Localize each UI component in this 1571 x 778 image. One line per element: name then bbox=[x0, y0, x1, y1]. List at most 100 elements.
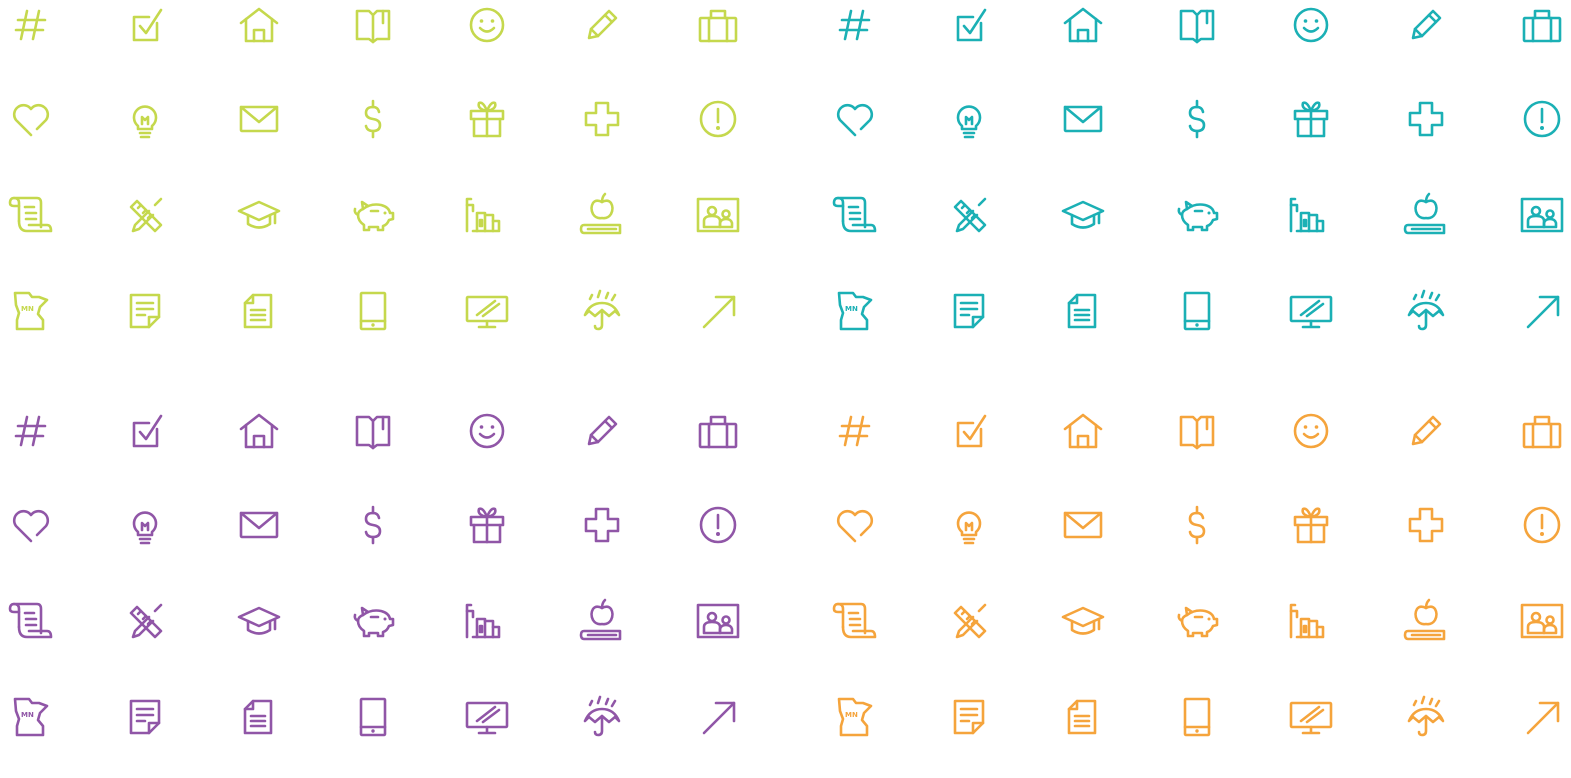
heart-icon bbox=[830, 500, 880, 550]
community-buildings-icon bbox=[462, 596, 512, 646]
notepad-icon bbox=[944, 286, 994, 336]
family-photo-icon bbox=[1517, 596, 1567, 646]
icon-set-3: MN bbox=[0, 406, 785, 778]
piggy-bank-icon bbox=[348, 596, 398, 646]
lightbulb-icon bbox=[120, 94, 170, 144]
umbrella-rain-icon bbox=[1401, 286, 1451, 336]
medical-cross-icon bbox=[1401, 94, 1451, 144]
pencil-icon bbox=[1401, 0, 1451, 50]
book-icon bbox=[348, 406, 398, 456]
alert-icon bbox=[1517, 94, 1567, 144]
checkbox-icon bbox=[120, 406, 170, 456]
minnesota-icon: MN bbox=[6, 692, 56, 742]
graduation-cap-icon bbox=[1058, 190, 1108, 240]
svg-text:MN: MN bbox=[21, 711, 34, 719]
house-icon bbox=[1058, 406, 1108, 456]
apple-books-icon bbox=[577, 190, 627, 240]
medical-cross-icon bbox=[577, 94, 627, 144]
hashtag-icon bbox=[830, 0, 880, 50]
scroll-icon bbox=[830, 190, 880, 240]
alert-icon bbox=[693, 94, 743, 144]
notepad-icon bbox=[120, 692, 170, 742]
scroll-icon bbox=[6, 190, 56, 240]
medical-cross-icon bbox=[1401, 500, 1451, 550]
minnesota-icon: MN bbox=[830, 286, 880, 336]
scroll-icon bbox=[830, 596, 880, 646]
arrow-up-right-icon bbox=[1517, 286, 1567, 336]
community-buildings-icon bbox=[1286, 190, 1336, 240]
apple-books-icon bbox=[577, 596, 627, 646]
book-icon bbox=[1172, 406, 1222, 456]
piggy-bank-icon bbox=[1172, 596, 1222, 646]
minnesota-icon: MN bbox=[830, 692, 880, 742]
icon-set-2: MN bbox=[824, 0, 1571, 372]
monitor-icon bbox=[1286, 692, 1336, 742]
briefcase-icon bbox=[693, 0, 743, 50]
ruler-pencil-icon bbox=[120, 596, 170, 646]
hashtag-icon bbox=[6, 0, 56, 50]
pencil-icon bbox=[1401, 406, 1451, 456]
arrow-up-right-icon bbox=[693, 692, 743, 742]
envelope-icon bbox=[1058, 94, 1108, 144]
ruler-pencil-icon bbox=[120, 190, 170, 240]
envelope-icon bbox=[234, 94, 284, 144]
envelope-icon bbox=[234, 500, 284, 550]
umbrella-rain-icon bbox=[1401, 692, 1451, 742]
heart-icon bbox=[6, 500, 56, 550]
family-photo-icon bbox=[693, 190, 743, 240]
umbrella-rain-icon bbox=[577, 692, 627, 742]
graduation-cap-icon bbox=[1058, 596, 1108, 646]
piggy-bank-icon bbox=[348, 190, 398, 240]
house-icon bbox=[234, 406, 284, 456]
ruler-pencil-icon bbox=[944, 596, 994, 646]
lightbulb-icon bbox=[944, 94, 994, 144]
lightbulb-icon bbox=[944, 500, 994, 550]
arrow-up-right-icon bbox=[693, 286, 743, 336]
smiley-icon bbox=[462, 406, 512, 456]
hashtag-icon bbox=[6, 406, 56, 456]
graduation-cap-icon bbox=[234, 190, 284, 240]
family-photo-icon bbox=[1517, 190, 1567, 240]
family-photo-icon bbox=[693, 596, 743, 646]
medical-cross-icon bbox=[577, 500, 627, 550]
gift-icon bbox=[1286, 94, 1336, 144]
envelope-icon bbox=[1058, 500, 1108, 550]
scroll-icon bbox=[6, 596, 56, 646]
piggy-bank-icon bbox=[1172, 190, 1222, 240]
gift-icon bbox=[462, 94, 512, 144]
apple-books-icon bbox=[1401, 596, 1451, 646]
notepad-icon bbox=[120, 286, 170, 336]
dollar-icon bbox=[348, 94, 398, 144]
icon-set-4: MN bbox=[824, 406, 1571, 778]
heart-icon bbox=[6, 94, 56, 144]
pencil-icon bbox=[577, 0, 627, 50]
house-icon bbox=[1058, 0, 1108, 50]
book-icon bbox=[1172, 0, 1222, 50]
notepad-icon bbox=[944, 692, 994, 742]
smiley-icon bbox=[1286, 0, 1336, 50]
briefcase-icon bbox=[693, 406, 743, 456]
document-icon bbox=[1058, 692, 1108, 742]
briefcase-icon bbox=[1517, 406, 1567, 456]
community-buildings-icon bbox=[462, 190, 512, 240]
checkbox-icon bbox=[120, 0, 170, 50]
svg-text:MN: MN bbox=[845, 305, 858, 313]
heart-icon bbox=[830, 94, 880, 144]
dollar-icon bbox=[1172, 500, 1222, 550]
umbrella-rain-icon bbox=[577, 286, 627, 336]
checkbox-icon bbox=[944, 0, 994, 50]
monitor-icon bbox=[462, 286, 512, 336]
checkbox-icon bbox=[944, 406, 994, 456]
lightbulb-icon bbox=[120, 500, 170, 550]
house-icon bbox=[234, 0, 284, 50]
dollar-icon bbox=[348, 500, 398, 550]
monitor-icon bbox=[462, 692, 512, 742]
icon-set-1: MN bbox=[0, 0, 785, 372]
monitor-icon bbox=[1286, 286, 1336, 336]
tablet-icon bbox=[1172, 286, 1222, 336]
dollar-icon bbox=[1172, 94, 1222, 144]
gift-icon bbox=[462, 500, 512, 550]
ruler-pencil-icon bbox=[944, 190, 994, 240]
apple-books-icon bbox=[1401, 190, 1451, 240]
tablet-icon bbox=[348, 286, 398, 336]
